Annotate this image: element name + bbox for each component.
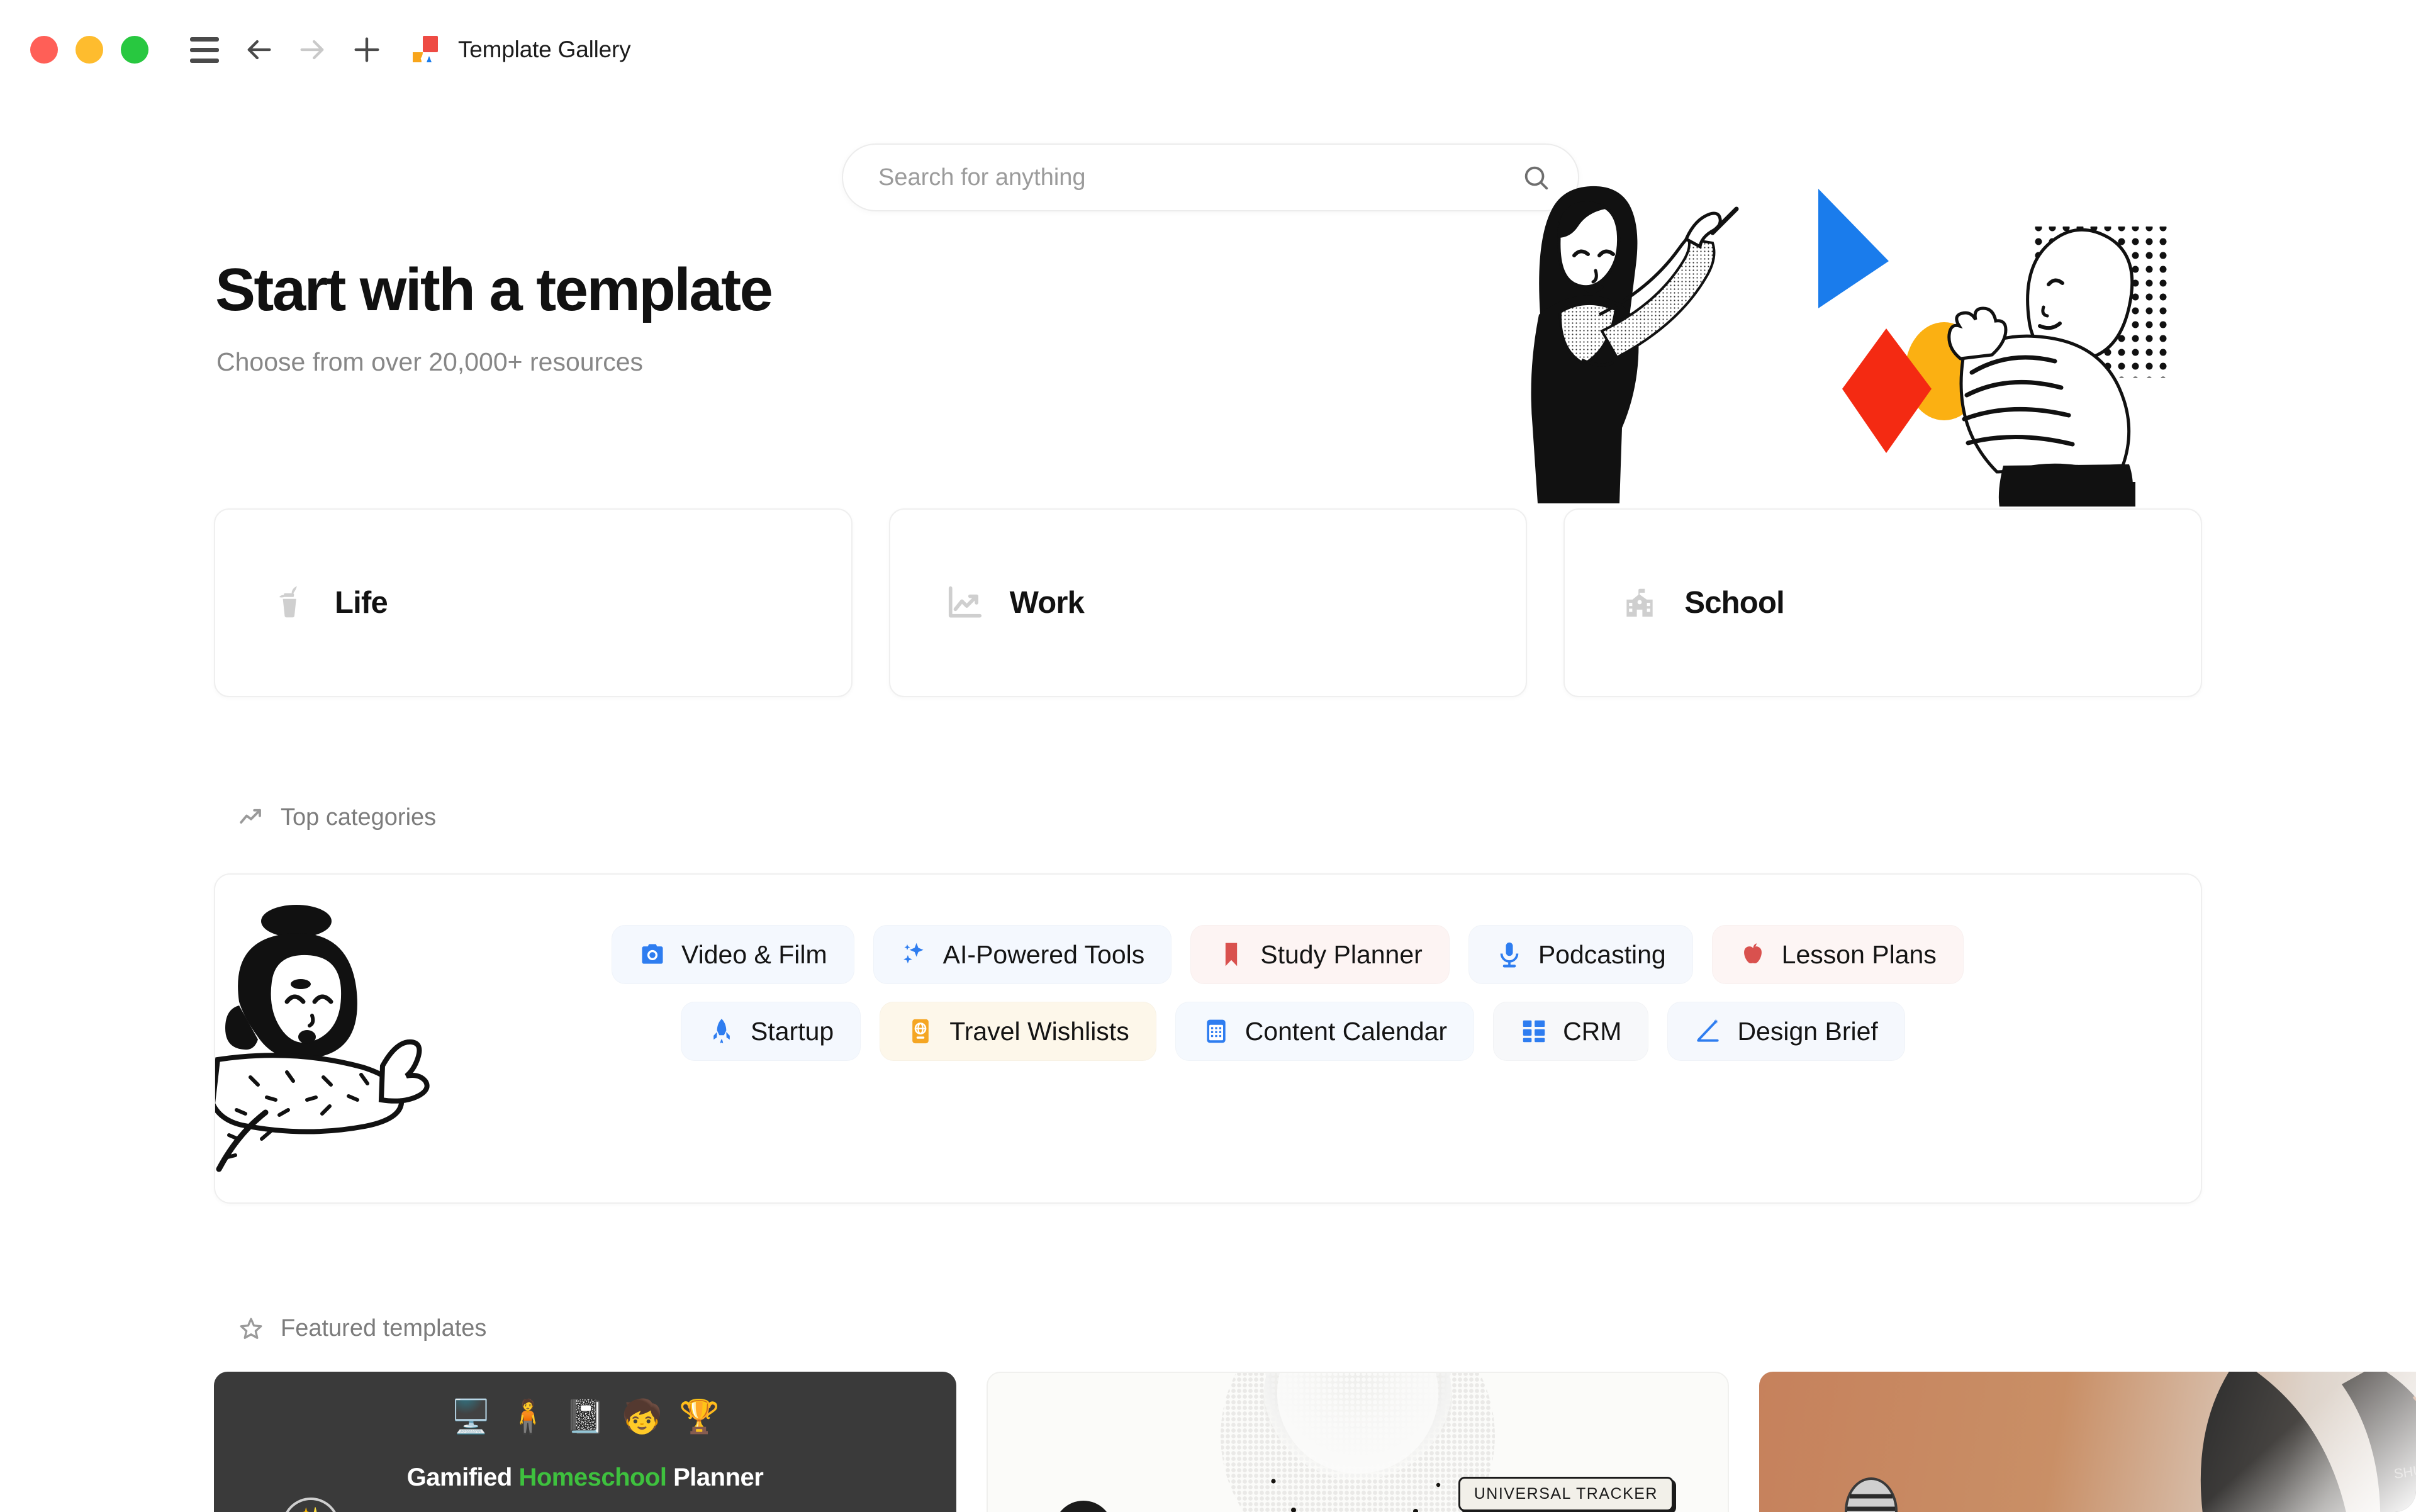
featured-card-gamified-homeschool-planner[interactable]: 🖥️ 🧍 📓 🧒 🏆 Gamified Homeschool Planner ✨ (214, 1372, 956, 1512)
plant-sprout-icon (279, 586, 297, 618)
menu-button[interactable] (177, 23, 232, 77)
chip-label: Lesson Plans (1781, 939, 1937, 969)
top-categories-heading: Top categories (238, 804, 436, 831)
chip-design-brief[interactable]: Design Brief (1667, 1002, 1905, 1061)
bookmark-icon (1226, 943, 1238, 966)
microphone-icon (1500, 942, 1519, 968)
featured-card-universal-tracker[interactable]: UNIVERSAL TRACKER ✓ (987, 1372, 1729, 1512)
chip-label: Startup (751, 1016, 834, 1046)
category-card-work-label: Work (1009, 586, 1085, 620)
forward-button[interactable] (286, 23, 340, 77)
emoji: 🧍 (507, 1399, 549, 1435)
title-highlight: Homeschool (518, 1464, 667, 1491)
featured-templates-heading: Featured templates (238, 1315, 486, 1342)
thumbs-up-person-illustration (215, 888, 432, 1184)
category-chips: Video & Film AI-Powered Tools Study Plan… (612, 925, 2176, 1078)
page-title: Start with a template (215, 256, 773, 323)
featured-templates-heading-label: Featured templates (281, 1315, 487, 1341)
chip-travel-wishlists[interactable]: Travel Wishlists (880, 1002, 1156, 1061)
apple-icon (1743, 943, 1762, 963)
chip-label: Design Brief (1737, 1016, 1878, 1046)
category-chips-row-1: Video & Film AI-Powered Tools Study Plan… (612, 925, 2176, 984)
illustration-person-left (1531, 186, 1739, 503)
emoji: 🖥️ (450, 1399, 491, 1435)
chip-study-planner[interactable]: Study Planner (1190, 925, 1450, 984)
school-building-icon (1626, 586, 1653, 617)
chip-label: AI-Powered Tools (942, 939, 1145, 969)
featured-card-podcast-microphone[interactable]: SHURE SM7B (1759, 1372, 2416, 1512)
trending-up-icon (240, 809, 261, 824)
category-card-life-label: Life (335, 586, 388, 620)
close-window-button[interactable] (30, 36, 58, 64)
check-circle-icon: ✓ (1051, 1498, 1116, 1512)
app-window: Template Gallery Start with a template C… (0, 0, 2416, 1512)
sparkles-icon (903, 943, 924, 964)
chip-label: Study Planner (1260, 939, 1423, 969)
back-arrow-icon (247, 40, 271, 60)
top-categories-heading-label: Top categories (281, 804, 437, 831)
category-card-school-label: School (1684, 586, 1784, 620)
plus-icon (354, 37, 379, 62)
chip-video-and-film[interactable]: Video & Film (612, 925, 854, 984)
category-chips-row-2: Startup Travel Wishlists Content Calenda… (612, 1002, 2176, 1061)
chip-podcasting[interactable]: Podcasting (1468, 925, 1693, 984)
category-card-school[interactable]: School (1563, 508, 2203, 697)
app-logo-icon (409, 32, 444, 67)
emoji: 📓 (564, 1399, 606, 1435)
title-bar: Template Gallery (0, 0, 2416, 99)
forward-arrow-icon (300, 40, 324, 60)
featured-card-emoji-row: 🖥️ 🧍 📓 🧒 🏆 (214, 1401, 956, 1433)
page-subtitle: Choose from over 20,000+ resources (216, 347, 644, 376)
chip-label: Video & Film (681, 939, 827, 969)
chip-label: Content Calendar (1244, 1016, 1448, 1046)
illustration-person-right (1947, 227, 2171, 507)
featured-templates-list: 🖥️ 🧍 📓 🧒 🏆 Gamified Homeschool Planner ✨ (214, 1372, 2416, 1512)
category-card-life[interactable]: Life (214, 508, 853, 697)
chip-startup[interactable]: Startup (681, 1002, 861, 1061)
blue-triangle-shape (1818, 189, 1889, 308)
chip-lesson-plans[interactable]: Lesson Plans (1711, 925, 1964, 984)
top-categories-panel: Video & Film AI-Powered Tools Study Plan… (214, 873, 2202, 1204)
traffic-light-controls (30, 36, 148, 64)
passport-globe-icon (912, 1019, 929, 1044)
search-input[interactable] (878, 164, 1521, 191)
chip-label: Travel Wishlists (949, 1016, 1129, 1046)
back-button[interactable] (232, 23, 286, 77)
trending-up-chart-icon (948, 586, 982, 618)
hero-illustration (1466, 126, 2227, 507)
orb-emoji: ✨ (294, 1506, 327, 1512)
chip-ai-powered-tools[interactable]: AI-Powered Tools (873, 925, 1172, 984)
primary-category-cards: Life Work School (214, 508, 2203, 697)
menu-icon (190, 36, 219, 63)
emoji: 🧒 (622, 1399, 663, 1435)
app-title: Template Gallery (458, 36, 631, 62)
new-tab-button[interactable] (340, 23, 394, 77)
emoji: 🏆 (679, 1399, 720, 1435)
featured-card-orb-decoration: ✨ (282, 1498, 340, 1512)
calendar-icon (1207, 1019, 1226, 1043)
minimize-window-button[interactable] (76, 36, 103, 64)
halftone-sphere-graphic (1219, 1373, 1496, 1512)
pencil-ruler-icon (1697, 1019, 1720, 1042)
chip-label: Podcasting (1538, 939, 1666, 969)
vintage-microphone-icon (1845, 1477, 1898, 1512)
star-icon (240, 1318, 262, 1339)
chip-label: CRM (1563, 1016, 1622, 1046)
featured-card-title: Gamified Homeschool Planner (214, 1464, 956, 1492)
category-card-work[interactable]: Work (888, 508, 1528, 697)
title-part-1: Gamified (406, 1464, 519, 1491)
maximize-window-button[interactable] (121, 36, 148, 64)
grid-icon (1523, 1020, 1545, 1043)
rocket-icon (713, 1019, 730, 1044)
title-part-2: Planner (666, 1464, 764, 1491)
camera-icon (642, 944, 663, 964)
chip-crm[interactable]: CRM (1493, 1002, 1649, 1061)
chip-content-calendar[interactable]: Content Calendar (1175, 1002, 1475, 1061)
universal-tracker-badge: UNIVERSAL TRACKER (1458, 1477, 1674, 1511)
